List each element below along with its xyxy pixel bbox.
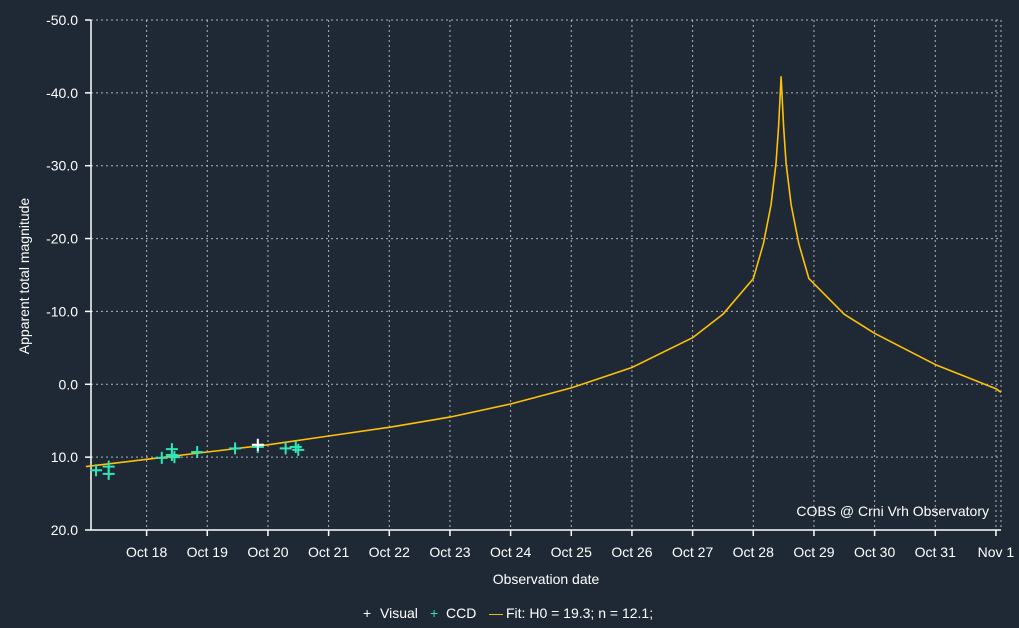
legend-visual-label: Visual [380, 605, 418, 621]
y-tick-label: 10.0 [51, 449, 78, 465]
legend-fit-symbol: — [489, 605, 503, 621]
ccd-point [168, 451, 181, 464]
ccd-point [292, 443, 305, 456]
ccd-point [289, 440, 302, 453]
grid [91, 19, 1002, 531]
axes: Oct 18 Oct 19 Oct 20 Oct 21 Oct 22 Oct 23 Oct … [46, 12, 1014, 560]
ccd-point [165, 443, 178, 456]
x-tick-label: Oct 18 [126, 544, 167, 560]
x-tick-label: Oct 24 [490, 544, 531, 560]
y-tick-label: -20.0 [46, 231, 78, 247]
x-axis-title: Observation date [493, 571, 600, 587]
x-tick-label: Oct 27 [672, 544, 713, 560]
x-tick-label: Oct 19 [187, 544, 228, 560]
ccd-point [191, 446, 204, 459]
magnitude-chart: Oct 18 Oct 19 Oct 20 Oct 21 Oct 22 Oct 23 Oct … [16, 12, 1014, 621]
y-tick-label: -50.0 [46, 12, 78, 28]
x-tick-label: Oct 23 [429, 544, 470, 560]
legend: + Visual + CCD — Fit: H0 = 19.3; n = 12.… [363, 605, 653, 621]
y-tick-label: 20.0 [51, 522, 78, 538]
x-tick-label: Nov 1 [978, 544, 1015, 560]
legend-fit-label: Fit: H0 = 19.3; n = 12.1; [506, 605, 653, 621]
ccd-point [279, 442, 292, 455]
ccd-point [102, 467, 115, 480]
x-tick-label: Oct 22 [369, 544, 410, 560]
y-axis-title: Apparent total magnitude [16, 198, 32, 355]
x-tick-label: Oct 29 [793, 544, 834, 560]
legend-item-visual[interactable]: + Visual [363, 605, 418, 621]
fit-curve-layer [85, 76, 1002, 468]
y-tick-label: -40.0 [46, 85, 78, 101]
x-tick-label: Oct 26 [611, 544, 652, 560]
x-tick-label: Oct 28 [733, 544, 774, 560]
legend-item-fit[interactable]: — Fit: H0 = 19.3; n = 12.1; [489, 605, 653, 621]
ccd-point [229, 442, 242, 455]
x-tick-label: Oct 30 [854, 544, 895, 560]
visual-point [251, 438, 264, 451]
x-tick-label: Oct 25 [551, 544, 592, 560]
y-tick-label: 0.0 [59, 376, 79, 392]
fit-curve [85, 76, 1002, 468]
ccd-point [155, 451, 168, 464]
legend-ccd-label: CCD [446, 605, 476, 621]
x-tick-label: Oct 31 [915, 544, 956, 560]
x-tick-label: Oct 20 [247, 544, 288, 560]
y-tick-label: -30.0 [46, 158, 78, 174]
credit-annotation: COBS @ Crni Vrh Observatory [796, 503, 989, 519]
x-tick-label: Oct 21 [308, 544, 349, 560]
legend-visual-symbol: + [363, 605, 371, 621]
legend-item-ccd[interactable]: + CCD [430, 605, 476, 621]
y-tick-label: -10.0 [46, 303, 78, 319]
legend-ccd-symbol: + [430, 605, 438, 621]
